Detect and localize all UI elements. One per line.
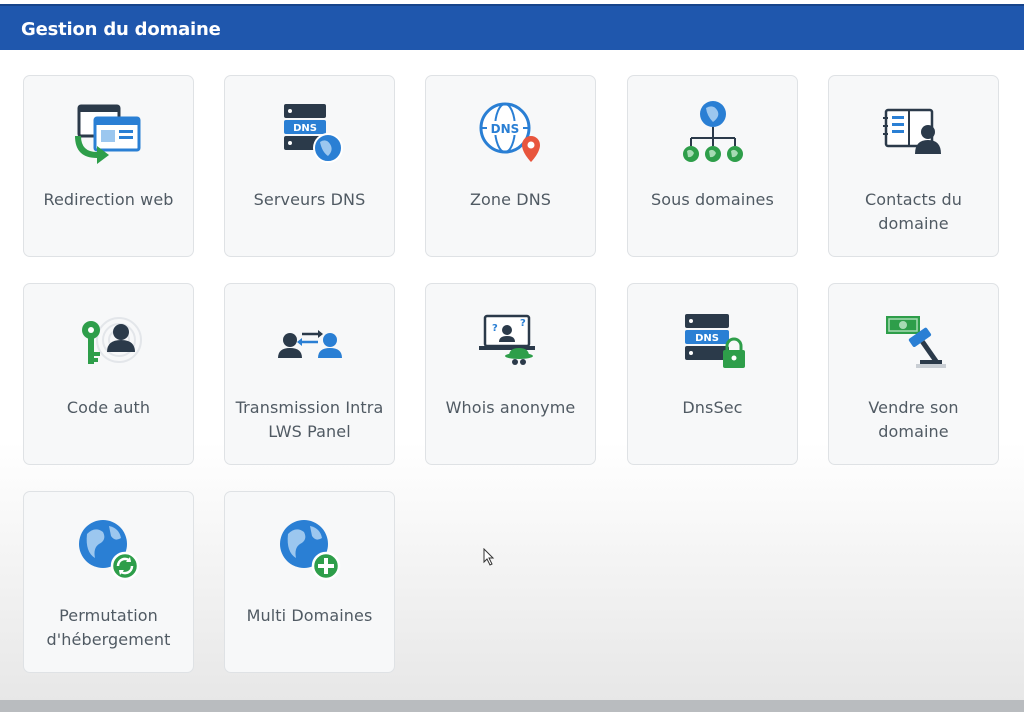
svg-text:DNS: DNS [695, 333, 719, 344]
tile-zone-dns[interactable]: DNS Zone DNS [425, 75, 596, 257]
redirect-icon [73, 98, 145, 170]
tile-label: Contacts du domaine [864, 190, 963, 233]
multi-domains-icon [274, 514, 346, 586]
tile-label: DnsSec [682, 398, 743, 417]
tile-serveurs-dns[interactable]: DNS Serveurs DNS [224, 75, 395, 257]
tile-transmission-intra[interactable]: Transmission Intra LWS Panel [224, 283, 395, 465]
tile-contacts-domaine[interactable]: Contacts du domaine [828, 75, 999, 257]
svg-text:DNS: DNS [293, 123, 317, 134]
svg-text:DNS: DNS [490, 122, 519, 136]
sell-domain-icon [878, 306, 950, 378]
svg-text:?: ? [520, 318, 526, 329]
tile-label: Code auth [66, 398, 151, 417]
contacts-icon [878, 98, 950, 170]
tile-label: Transmission Intra LWS Panel [235, 398, 384, 441]
bottom-bar [0, 700, 1024, 712]
auth-code-icon [73, 306, 145, 378]
tile-label: Multi Domaines [246, 606, 373, 625]
dnssec-icon: DNS [677, 306, 749, 378]
tile-label: Vendre son domaine [868, 398, 959, 441]
dns-zone-icon: DNS [475, 98, 547, 170]
tile-permutation-hebergement[interactable]: Permutation d'hébergement [23, 491, 194, 673]
tile-multi-domaines[interactable]: Multi Domaines [224, 491, 395, 673]
tile-label: Permutation d'hébergement [46, 606, 171, 649]
tile-label: Redirection web [43, 190, 174, 209]
tile-code-auth[interactable]: Code auth [23, 283, 194, 465]
whois-anonymous-icon: ? ? [475, 306, 547, 378]
transfer-icon [274, 306, 346, 378]
page-title: Gestion du domaine [21, 19, 221, 40]
tile-label: Sous domaines [651, 190, 774, 209]
mouse-cursor-icon [483, 548, 495, 566]
tile-label: Whois anonyme [445, 398, 576, 417]
subdomains-icon [677, 98, 749, 170]
dns-server-icon: DNS [274, 98, 346, 170]
tile-vendre-domaine[interactable]: Vendre son domaine [828, 283, 999, 465]
header-bar: Gestion du domaine [0, 4, 1024, 50]
tile-redirection-web[interactable]: Redirection web [23, 75, 194, 257]
svg-text:?: ? [492, 323, 498, 334]
tile-sous-domaines[interactable]: Sous domaines [627, 75, 798, 257]
tile-label: Serveurs DNS [253, 190, 366, 209]
hosting-swap-icon [73, 514, 145, 586]
tile-dnssec[interactable]: DNS DnsSec [627, 283, 798, 465]
tile-label: Zone DNS [469, 190, 552, 209]
tile-whois-anonyme[interactable]: ? ? Whois anonyme [425, 283, 596, 465]
